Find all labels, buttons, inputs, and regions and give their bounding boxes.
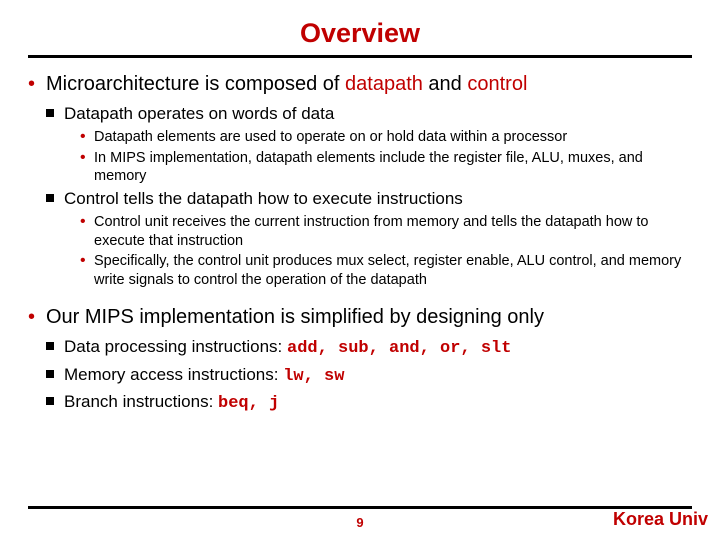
code-instructions: beq, j: [218, 394, 279, 413]
bullet-level2: Data processing instructions: add, sub, …: [46, 336, 692, 359]
bullet-level2: Datapath operates on words of data: [46, 103, 692, 124]
slide-title: Overview: [28, 18, 692, 49]
slide: Overview Microarchitecture is composed o…: [0, 0, 720, 414]
bullet-level2: Memory access instructions: lw, sw: [46, 364, 692, 387]
text: Branch instructions:: [64, 392, 218, 411]
spacer: [28, 291, 692, 301]
bullet-level2: Control tells the datapath how to execut…: [46, 188, 692, 209]
code-instructions: add, sub, and, or, slt: [287, 339, 511, 358]
text: Data processing instructions:: [64, 337, 287, 356]
brand-label: Korea Univ: [613, 509, 708, 530]
highlight-control: control: [467, 73, 527, 95]
bullet-level3: In MIPS implementation, datapath element…: [80, 149, 692, 186]
highlight-datapath: datapath: [345, 73, 423, 95]
horizontal-rule-top: [28, 55, 692, 58]
bullet-level1: Our MIPS implementation is simplified by…: [28, 305, 692, 330]
bullet-level2: Branch instructions: beq, j: [46, 391, 692, 414]
code-instructions: lw, sw: [283, 367, 344, 386]
bullet-level1: Microarchitecture is composed of datapat…: [28, 72, 692, 97]
text: Memory access instructions:: [64, 365, 283, 384]
footer: 9: [28, 496, 692, 530]
text: and: [423, 73, 467, 95]
bullet-level3: Specifically, the control unit produces …: [80, 252, 692, 289]
horizontal-rule-bottom: [28, 506, 692, 509]
bullet-level3: Datapath elements are used to operate on…: [80, 128, 692, 147]
page-number: 9: [28, 515, 692, 530]
bullet-level3: Control unit receives the current instru…: [80, 213, 692, 250]
text: Microarchitecture is composed of: [46, 73, 345, 95]
